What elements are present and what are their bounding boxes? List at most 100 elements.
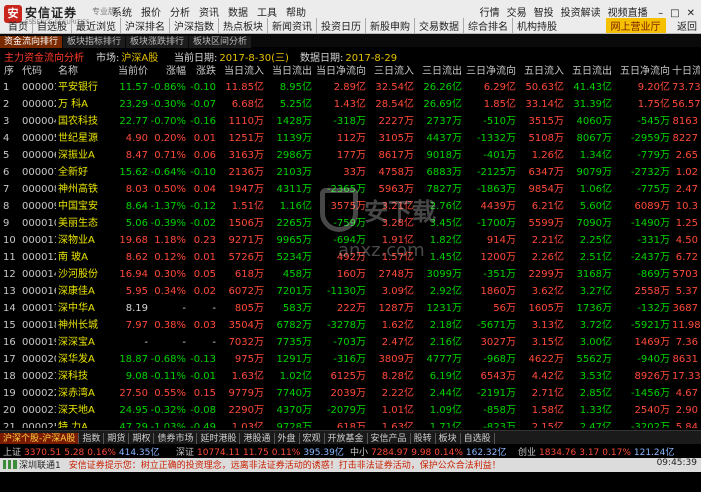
table-row[interactable]: 14 000017深中华A 8.19 - - 805万 583万 222万 1287万 1231万… (2, 300, 700, 317)
toolbar-ipo[interactable]: 新股申购 (366, 18, 415, 33)
market-tab-10[interactable]: 安信产品 (368, 433, 411, 444)
table-row[interactable]: 8 000009中国宝安 8.64-1.37% -0.12 1.51亿 1.16亿 3575… (2, 198, 700, 215)
table-row[interactable]: 11 000012南 玻A 8.62 0.12% 0.01 5726万 5234万 492万 1… (2, 249, 700, 266)
table-row[interactable]: 20 000023深天地A 24.95-0.32% -0.08 2290万 4370万 -2… (2, 402, 700, 419)
market-tab-11[interactable]: 股转 (411, 433, 436, 444)
market-tab-3[interactable]: 期权 (129, 433, 155, 444)
sub-tab-bar: 资金流向排行 板块指标排行 板块涨跌排行 板块区间分析 (0, 34, 701, 48)
menu-system[interactable]: 系统 (112, 4, 132, 19)
table-row[interactable]: 17 000020深华发A 18.87-0.68% -0.13 975万 1291万 -31… (2, 351, 700, 368)
table-row[interactable]: 19 000022深赤湾A 27.50 0.55% 0.15 9779万 7740万 2039… (2, 385, 700, 402)
back-button[interactable]: 返回 (677, 18, 697, 33)
table-row[interactable]: 7 000008神州高铁 8.03 0.50% 0.04 1947万 4311万 -2365万… (2, 181, 700, 198)
column-header-pct[interactable]: 涨幅 (150, 65, 188, 79)
cell-pct: 0.30% (154, 269, 186, 280)
column-header-in5[interactable]: 五日流入 (518, 65, 566, 79)
cell-pct: 1.18% (154, 235, 186, 246)
cell-i: 11 (3, 252, 16, 263)
column-header-out5[interactable]: 五日流出 (566, 65, 614, 79)
column-header-net5[interactable]: 五日净流向 (614, 65, 672, 79)
column-header-out3[interactable]: 三日流出 (416, 65, 464, 79)
toolbar-composite[interactable]: 综合排名 (464, 18, 513, 33)
market-selector[interactable]: 市场: 沪深A股 (96, 49, 158, 64)
table-row[interactable]: 5 000006深振业A 8.47 0.71% 0.06 3163万 2986万 177万 86… (2, 147, 700, 164)
column-header-in3[interactable]: 三日流入 (368, 65, 416, 79)
menu-help[interactable]: 帮助 (286, 4, 306, 19)
table-row[interactable]: 10 000011深物业A 19.68 1.18% 0.23 9271万 9965万 -694… (2, 232, 700, 249)
index-item[interactable]: 创业 1834.76 3.17 0.17% 121.24亿 (518, 445, 674, 458)
column-header-in10[interactable]: 十日流 (672, 65, 700, 79)
toolbar-watchlist[interactable]: 自选股 (33, 18, 72, 33)
column-header-price[interactable]: 当前价 (108, 65, 150, 79)
market-tab-5[interactable]: 延时港股 (197, 433, 241, 444)
table-row[interactable]: 3 000004国农科技 22.77-0.70% -0.16 1110万 1428万 -31… (2, 113, 700, 130)
column-header-net1[interactable]: 当日净流向 (314, 65, 368, 79)
cell-in10: 11.98 (672, 320, 700, 331)
cell-chg: 0.05 (193, 269, 216, 280)
info-bar: 主力资金流向分析 市场: 沪深A股 当前日期: 2017-8-30(三) 数据日期:… (0, 47, 701, 65)
table-row[interactable]: 12 000014沙河股份 16.94 0.30% 0.05 618万 458万 160万 27… (2, 266, 700, 283)
market-tab-8[interactable]: 宏观 (300, 433, 325, 444)
cell-chg: -0.01 (190, 371, 216, 382)
market-tab-7[interactable]: 外盘 (275, 433, 300, 444)
toolbar-hot-sectors[interactable]: 热点板块 (219, 18, 268, 33)
toolbar-institution[interactable]: 机构持股 (513, 18, 561, 33)
cell-in1: 3163万 (228, 150, 264, 161)
column-header-net3[interactable]: 三日净流向 (464, 65, 518, 79)
toolbar-calendar[interactable]: 投资日历 (317, 18, 366, 33)
table-row[interactable]: 18 000021深科技 9.08-0.11% -0.01 1.63亿 1.02亿 6125… (2, 368, 700, 385)
rmenu-trade[interactable]: 交易 (507, 8, 527, 19)
table-row[interactable]: 13 000016深康佳A 5.95 0.34% 0.02 6072万 7201万 -1130… (2, 283, 700, 300)
column-header-code[interactable]: 代码 (20, 65, 56, 79)
column-header-out1[interactable]: 当日流出 (266, 65, 314, 79)
market-tab-13[interactable]: 自选股 (461, 433, 495, 444)
market-tab-4[interactable]: 债券市场 (154, 433, 198, 444)
toolbar-ranking[interactable]: 沪深排名 (121, 18, 170, 33)
market-label: 市场: (96, 53, 120, 64)
table-row[interactable]: 2 000002万 科A 23.29-0.30% -0.07 6.68亿 5.25亿 1.4… (2, 96, 700, 113)
market-tab-0[interactable]: 沪深个股-沪深A股 (0, 433, 80, 444)
connection-status[interactable]: 深圳联通1 (19, 461, 61, 471)
table-row[interactable]: 6 000007全新好 15.62-0.64% -0.10 2136万 2103万 33万 4… (2, 164, 700, 181)
index-item[interactable]: 上证 3370.51 5.28 0.16% 414.35亿 (3, 445, 159, 458)
column-header-in1[interactable]: 当日流入 (218, 65, 266, 79)
menu-tools[interactable]: 工具 (257, 4, 277, 19)
market-tab-1[interactable]: 指数 (79, 433, 105, 444)
menu-analysis[interactable]: 分析 (170, 4, 190, 19)
cell-net3: -401万 (483, 150, 516, 161)
cell-price: - (144, 337, 148, 348)
cell-net5: 1469万 (634, 337, 670, 348)
menu-quote[interactable]: 报价 (141, 4, 161, 19)
table-row[interactable]: 16 000019深深宝A - - - 7032万 7735万 -703万 2.47亿 2.16亿… (2, 334, 700, 351)
cell-net1: 177万 (336, 150, 366, 161)
cell-out1: 1.02亿 (279, 371, 312, 382)
toolbar-trade-data[interactable]: 交易数据 (415, 18, 464, 33)
table-row[interactable]: 15 000018神州长城 7.97 0.38% 0.03 3504万 6782万 -3278… (2, 317, 700, 334)
online-hall-button[interactable]: 网上营业厅 (605, 18, 666, 33)
rmenu-quote[interactable]: 行情 (480, 8, 500, 19)
market-tab-6[interactable]: 港股通 (240, 433, 275, 444)
toolbar-news[interactable]: 新闻资讯 (268, 18, 317, 33)
rmenu-smart[interactable]: 智投 (534, 8, 554, 19)
market-tab-2[interactable]: 期货 (104, 433, 130, 444)
toolbar-recent[interactable]: 最近浏览 (72, 18, 121, 33)
toolbar-index[interactable]: 沪深指数 (170, 18, 219, 33)
menu-data[interactable]: 数据 (228, 4, 248, 19)
rmenu-interpret[interactable]: 投资解读 (561, 8, 601, 19)
table-row[interactable]: 21 000025特 力A 47.29-1.03% -0.49 1.03亿 9728万 61… (2, 419, 700, 428)
market-tab-12[interactable]: 板块 (436, 433, 461, 444)
column-header-i[interactable]: 序 (2, 65, 20, 79)
index-item[interactable]: 深证 10774.11 11.75 0.11% 395.39亿 (176, 445, 344, 458)
menu-news[interactable]: 资讯 (199, 4, 219, 19)
cell-out1: 7201万 (276, 286, 312, 297)
index-item[interactable]: 中小 7284.97 9.98 0.14% 162.32亿 (350, 445, 506, 458)
cell-net3: -858万 (483, 405, 516, 416)
table-row[interactable]: 9 000010美丽生态 5.06-0.39% -0.02 1506万 2265万 -759… (2, 215, 700, 232)
table-row[interactable]: 4 000005世纪星源 4.90 0.20% 0.01 1251万 1139万 112万 31… (2, 130, 700, 147)
index-amount: 395.39亿 (303, 448, 344, 458)
column-header-chg[interactable]: 涨跌 (188, 65, 218, 79)
column-header-name[interactable]: 名称 (56, 65, 108, 79)
toolbar-home[interactable]: 首页 (4, 18, 33, 33)
market-tab-9[interactable]: 开放基金 (325, 433, 368, 444)
table-row[interactable]: 1 000001平安银行 11.57-0.86% -0.10 11.85亿 8.95亿 2.… (2, 79, 700, 96)
